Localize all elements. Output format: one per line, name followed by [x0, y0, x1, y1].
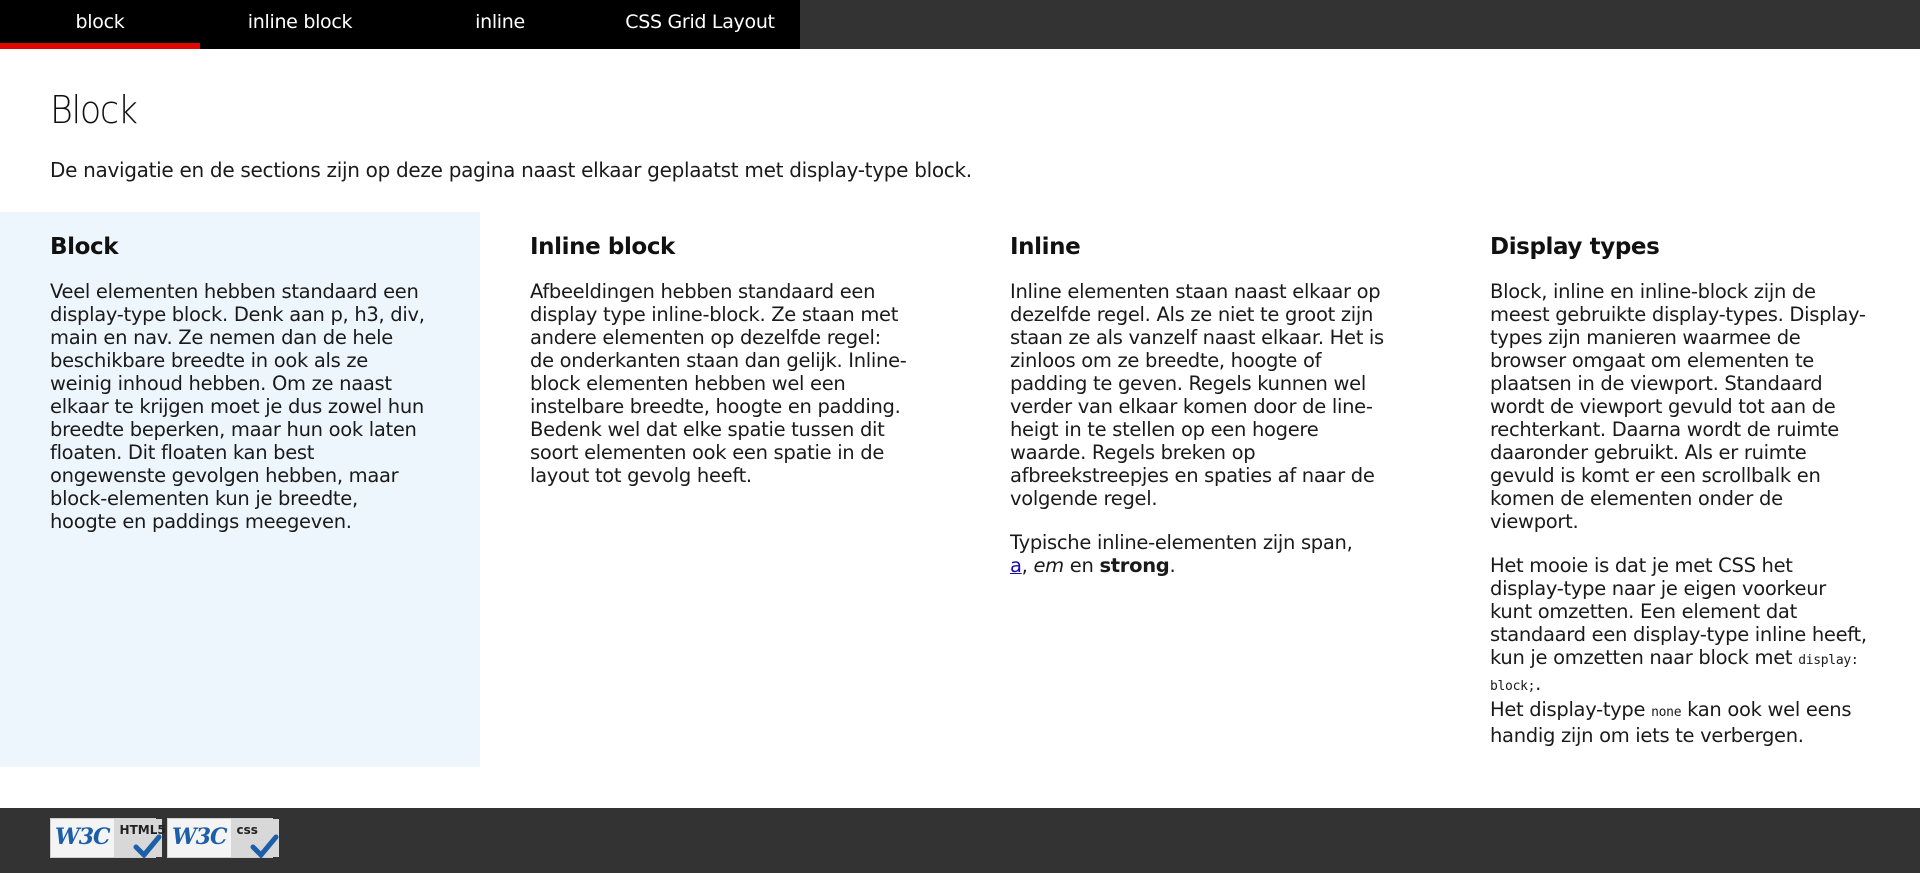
w3c-logo: W3C — [168, 819, 231, 857]
checkmark-icon — [133, 834, 162, 859]
page-title: Block — [50, 88, 138, 132]
text-end: . — [1535, 672, 1542, 695]
badge-label: css — [230, 819, 279, 859]
section-inline-block: Inline block Afbeeldingen hebben standaa… — [480, 212, 960, 767]
section-heading: Inline block — [530, 234, 675, 260]
footer: W3C HTML5 W3C css — [0, 808, 1920, 873]
section-inline: Inline Inline elementen staan naast elka… — [960, 212, 1440, 767]
section-text: Afbeeldingen hebben standaard een displa… — [530, 280, 907, 487]
examples-sep: , — [1021, 554, 1028, 577]
example-em: em — [1033, 554, 1064, 577]
text-part: Het display-type — [1490, 698, 1646, 721]
example-link-a[interactable]: a — [1010, 554, 1022, 577]
tab-inline-block[interactable]: inline block — [200, 0, 400, 49]
section-heading: Block — [50, 234, 119, 260]
section-display-types: Display types Block, inline en inline-bl… — [1440, 212, 1920, 767]
tab-css-grid-layout[interactable]: CSS Grid Layout — [600, 0, 800, 49]
w3c-logo: W3C — [51, 819, 114, 857]
examples-end: . — [1169, 554, 1176, 577]
section-heading: Display types — [1490, 234, 1660, 260]
nav-tabs: block inline block inline CSS Grid Layou… — [0, 0, 800, 49]
tab-inline[interactable]: inline — [400, 0, 600, 49]
examples-and: en — [1069, 554, 1094, 577]
example-strong: strong — [1099, 554, 1170, 577]
w3c-css-badge[interactable]: W3C css — [167, 818, 279, 859]
section-block: Block Veel elementen hebben standaard ee… — [0, 212, 480, 767]
code-none: none — [1651, 705, 1682, 720]
section-heading: Inline — [1010, 234, 1081, 260]
text-part: Het mooie is dat je met CSS het display-… — [1490, 554, 1867, 669]
examples-prefix: Typische inline-elementen zijn span, — [1010, 531, 1353, 554]
section-text-2: Het mooie is dat je met CSS het display-… — [1490, 554, 1870, 747]
top-navigation: block inline block inline CSS Grid Layou… — [0, 0, 1920, 49]
sections-row: Block Veel elementen hebben standaard ee… — [0, 212, 1920, 767]
w3c-html5-badge[interactable]: W3C HTML5 — [50, 818, 166, 859]
section-text: Veel elementen hebben standaard een disp… — [50, 280, 425, 533]
badge-label: HTML5 — [113, 819, 166, 859]
inline-examples: Typische inline-elementen zijn span, a, e… — [1010, 531, 1390, 577]
section-text: Block, inline en inline-block zijn de me… — [1490, 280, 1866, 533]
checkmark-icon — [250, 834, 279, 859]
tab-block[interactable]: block — [0, 0, 200, 49]
section-text: Inline elementen staan naast elkaar op d… — [1010, 280, 1384, 510]
intro-text: De navigatie en de sections zijn op deze… — [50, 158, 972, 182]
